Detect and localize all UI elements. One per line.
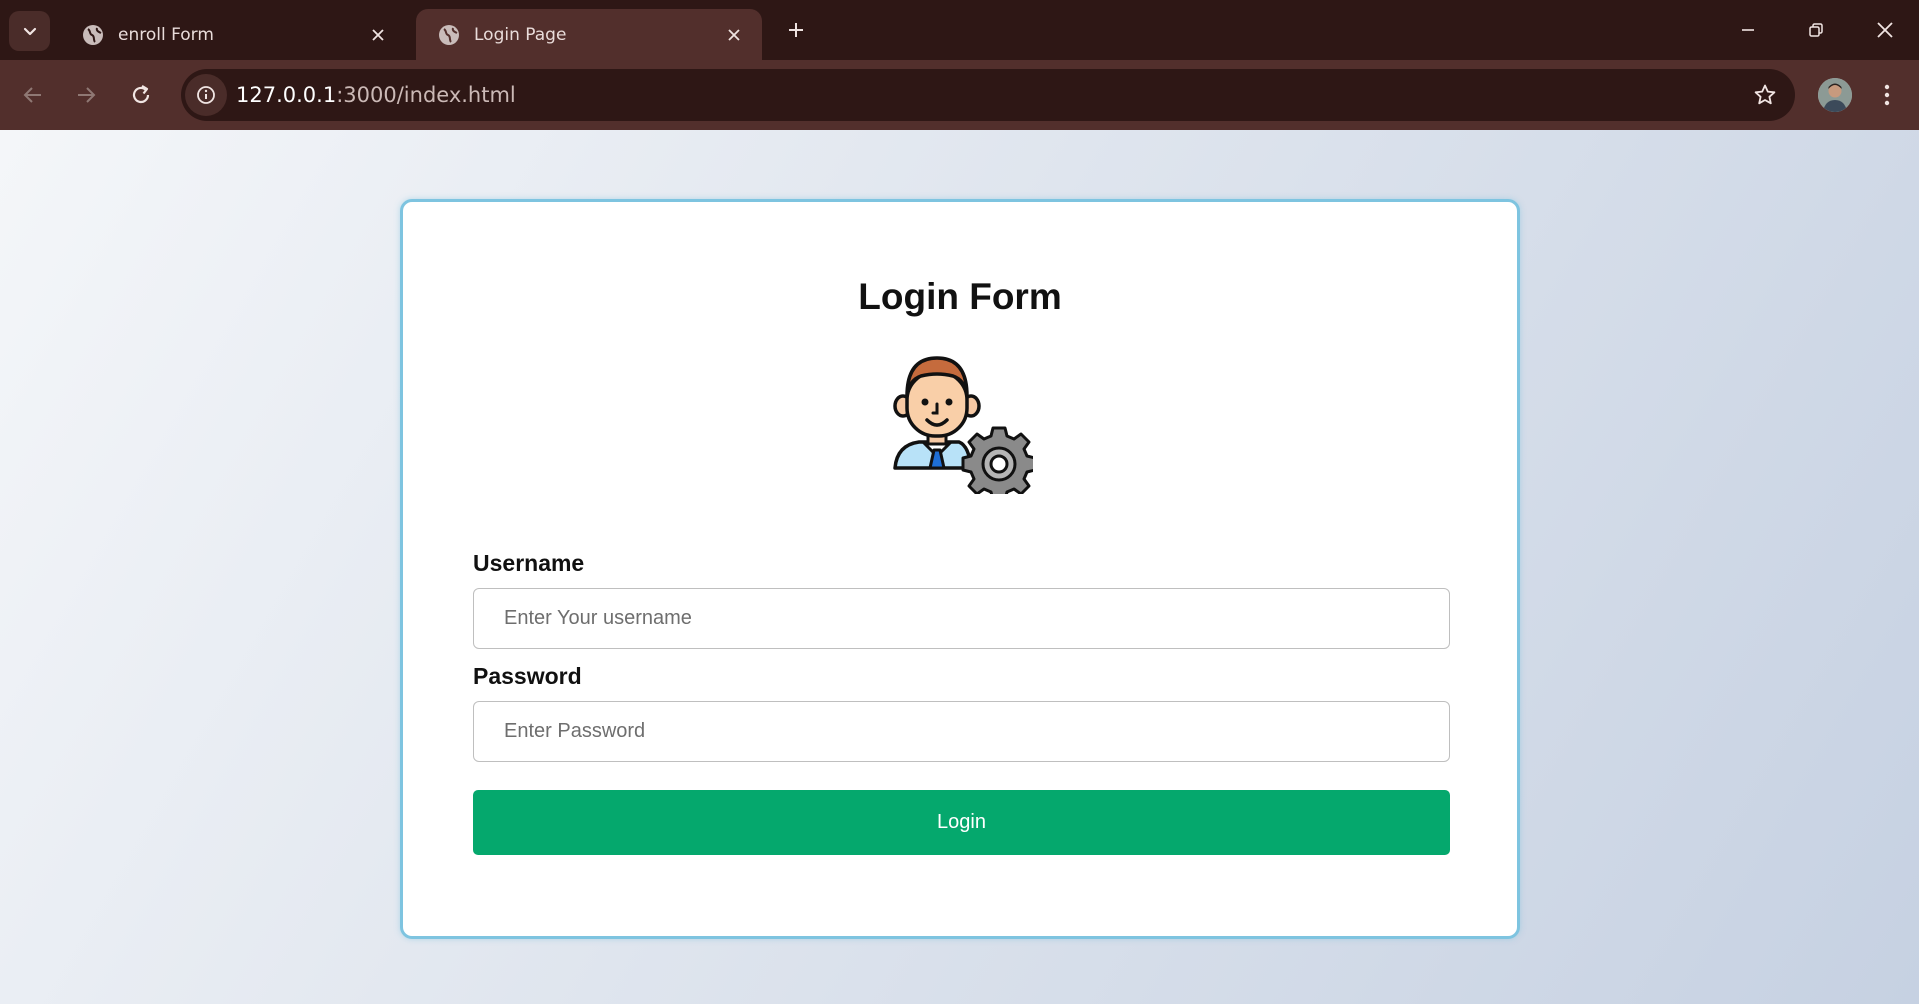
tab-search-button[interactable] — [9, 11, 50, 51]
globe-icon — [439, 24, 459, 45]
bookmark-button[interactable] — [1751, 81, 1779, 109]
login-card: Login Form Username Enter Your username … — [400, 199, 1520, 939]
tab-title: Login Page — [474, 24, 567, 45]
tab-login-page[interactable]: Login Page — [416, 9, 762, 60]
page-background: Login Form Username Enter Your username … — [0, 130, 1919, 1004]
back-button[interactable] — [14, 76, 52, 114]
restore-icon — [1809, 23, 1823, 37]
address-bar[interactable]: 127.0.0.1:3000/index.html — [181, 69, 1795, 121]
globe-icon — [83, 24, 103, 45]
info-icon — [197, 86, 215, 104]
arrow-left-icon — [23, 87, 41, 103]
plus-icon — [789, 23, 803, 37]
avatar — [1818, 78, 1852, 112]
username-label: Username — [473, 550, 585, 576]
login-button[interactable]: Login — [473, 790, 1450, 855]
kebab-menu-icon — [1884, 84, 1890, 106]
url-host: 127.0.0.1 — [236, 83, 337, 107]
star-icon — [1754, 84, 1776, 105]
minimize-button[interactable] — [1718, 8, 1778, 52]
tab-title: enroll Form — [118, 24, 214, 45]
user-gear-icon — [893, 356, 1033, 494]
arrow-right-icon — [78, 87, 96, 103]
tab-enroll-form[interactable]: enroll Form — [60, 9, 406, 60]
profile-avatar[interactable] — [1818, 78, 1852, 112]
close-icon — [372, 28, 384, 41]
forward-button[interactable] — [67, 76, 105, 114]
tab-close-button[interactable] — [720, 21, 748, 49]
restore-button[interactable] — [1786, 8, 1846, 52]
password-input[interactable] — [473, 701, 1450, 762]
browser-menu-button[interactable] — [1872, 76, 1902, 114]
browser-tabstrip: enroll Form Login Page — [0, 0, 1919, 60]
minimize-icon — [1742, 29, 1754, 31]
tab-close-button[interactable] — [364, 21, 392, 49]
new-tab-button[interactable] — [780, 14, 812, 46]
site-info-button[interactable] — [185, 74, 227, 116]
close-icon — [1877, 22, 1893, 38]
reload-button[interactable] — [122, 76, 160, 114]
form-title: Login Form — [858, 276, 1062, 317]
close-icon — [728, 28, 740, 41]
window-close-button[interactable] — [1855, 8, 1915, 52]
url-text[interactable]: 127.0.0.1:3000/index.html — [236, 69, 516, 121]
url-path: :3000/index.html — [336, 83, 516, 107]
browser-toolbar: 127.0.0.1:3000/index.html — [0, 60, 1919, 130]
reload-icon — [132, 85, 150, 104]
username-input[interactable] — [473, 588, 1450, 649]
chevron-down-icon — [23, 27, 36, 36]
password-label: Password — [473, 663, 582, 689]
